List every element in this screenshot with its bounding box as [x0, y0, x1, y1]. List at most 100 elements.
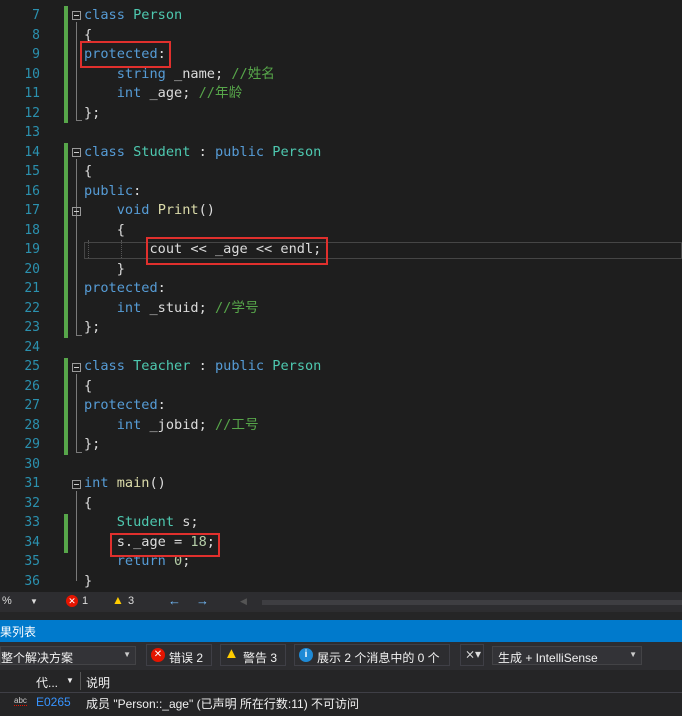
highlight-box-assignment [110, 533, 220, 557]
scope-dropdown[interactable]: 整个解决方案 ▼ [0, 646, 136, 665]
line-number: 36 [24, 573, 40, 589]
code-line-15: { [84, 163, 93, 179]
panel-title: 果列表 [0, 625, 37, 639]
scroll-left-icon[interactable]: ◀ [240, 596, 247, 607]
keyword: public [214, 358, 265, 374]
fold-guide [76, 374, 77, 452]
code-line-22: int _stuid; //学号 [84, 299, 259, 319]
fold-guide [76, 491, 77, 581]
change-bar [64, 6, 68, 123]
table-row[interactable]: abc E0265 成员 "Person::_age" (已声明 所在行数:11… [0, 693, 682, 714]
line-number: 16 [24, 183, 40, 199]
keyword: protected [84, 397, 158, 413]
column-description[interactable]: 说明 [86, 674, 110, 691]
code-line-21: protected: [84, 280, 166, 296]
column-divider[interactable] [80, 672, 81, 690]
nav-back-icon[interactable]: ← [168, 593, 181, 608]
line-number: 33 [24, 515, 40, 530]
line-number: 15 [24, 164, 40, 179]
line-number: 21 [24, 281, 40, 296]
keyword: public [84, 182, 134, 199]
comment: //工号 [214, 416, 259, 433]
code-line-31: int main() [84, 474, 166, 494]
error-list-toolbar: 整个解决方案 ▼ ✕ 错误 2 ▲ 警告 3 i 展示 2 个消息中的 0 个 … [0, 642, 682, 670]
highlight-box-cout [146, 237, 328, 265]
errors-filter-button[interactable]: ✕ 错误 2 [146, 644, 212, 666]
line-number: 34 [24, 534, 40, 550]
keyword: class [84, 7, 125, 23]
build-filter-dropdown[interactable]: 生成 + IntelliSense ▼ [492, 646, 642, 665]
errors-filter-label: 错误 2 [169, 651, 204, 665]
sort-chevron-icon[interactable]: ▼ [66, 676, 74, 685]
fold-toggle-icon[interactable] [72, 207, 81, 216]
error-code[interactable]: E0265 [36, 695, 71, 709]
line-number: 32 [24, 495, 40, 511]
change-bar [64, 358, 68, 455]
line-number: 18 [24, 222, 40, 238]
scope-value: 整个解决方案 [1, 651, 74, 665]
line-number: 22 [24, 300, 40, 316]
type: int [116, 416, 142, 433]
line-number: 35 [24, 554, 40, 569]
line-number: 13 [24, 125, 40, 140]
fold-toggle-icon[interactable] [72, 363, 81, 372]
identifier: _stuid; [141, 299, 215, 316]
horizontal-scrollbar[interactable] [262, 600, 682, 605]
class-name: Person [272, 143, 322, 160]
code-line-25: class Teacher : public Person [84, 357, 321, 377]
editor-status-strip: % ▼ ✕ 1 ▲ 3 ← → ◀ [0, 592, 682, 612]
error-icon: ✕ [151, 648, 165, 662]
info-icon: i [299, 648, 313, 662]
column-code[interactable]: 代... [36, 674, 58, 691]
class-name: Teacher [133, 358, 191, 374]
panel-title-bar[interactable]: 果列表 [0, 620, 682, 642]
fold-toggle-icon[interactable] [72, 480, 81, 489]
line-number: 28 [24, 417, 40, 433]
type: int [116, 299, 142, 316]
code-line-12: }; [84, 104, 101, 121]
fold-toggle-icon[interactable] [72, 148, 81, 157]
type: int [84, 475, 109, 491]
warning-count[interactable]: 3 [128, 595, 134, 607]
nav-forward-icon[interactable]: → [196, 593, 209, 608]
keyword: class [84, 358, 125, 374]
line-number: 8 [32, 27, 40, 43]
code-line-32: { [84, 494, 93, 511]
zoom-dropdown-icon[interactable]: ▼ [30, 597, 38, 606]
code-line-29: }; [84, 436, 101, 452]
class-name: Person [133, 7, 183, 23]
warnings-filter-button[interactable]: ▲ 警告 3 [220, 644, 286, 666]
change-bar [64, 143, 68, 338]
code-line-11: int _age; //年龄 [84, 84, 242, 104]
warning-icon: ▲ [224, 645, 239, 662]
error-description: 成员 "Person::_age" (已声明 所在行数:11) 不可访问 [86, 697, 360, 711]
keyword: public [214, 143, 265, 160]
code-editor[interactable]: 7 8 9 10 11 12 13 14 15 16 17 18 19 20 21 22 23 24 25 26 27 2… [0, 0, 682, 592]
code-line-28: int _jobid; //工号 [84, 416, 259, 436]
line-number: 14 [24, 144, 40, 160]
fold-toggle-icon[interactable] [72, 11, 81, 20]
error-count[interactable]: 1 [82, 595, 88, 607]
type: int [116, 85, 142, 101]
fold-guide [76, 159, 77, 335]
spellcheck-error-icon: abc [14, 696, 27, 706]
filter-toggle-button[interactable]: ⨯▾ [460, 644, 484, 666]
warning-count-icon[interactable]: ▲ [112, 593, 124, 607]
line-number: 12 [24, 105, 40, 121]
code-line-26: { [84, 377, 93, 394]
line-number: 26 [24, 378, 40, 394]
error-count-icon[interactable]: ✕ [66, 595, 78, 607]
class-name: Student [133, 143, 191, 160]
code-line-14: class Student : public Person [84, 143, 321, 163]
messages-filter-button[interactable]: i 展示 2 个消息中的 0 个 [294, 644, 450, 666]
identifier: _jobid; [141, 416, 215, 433]
line-number: 19 [24, 242, 40, 257]
line-number: 23 [24, 320, 40, 335]
chevron-down-icon: ▼ [629, 650, 637, 659]
keyword: class [84, 143, 125, 160]
zoom-level[interactable]: % [2, 595, 12, 607]
comment: //姓名 [231, 65, 275, 82]
comment: //年龄 [198, 85, 243, 101]
comment: //学号 [214, 299, 259, 316]
code-line-36: } [84, 572, 93, 589]
